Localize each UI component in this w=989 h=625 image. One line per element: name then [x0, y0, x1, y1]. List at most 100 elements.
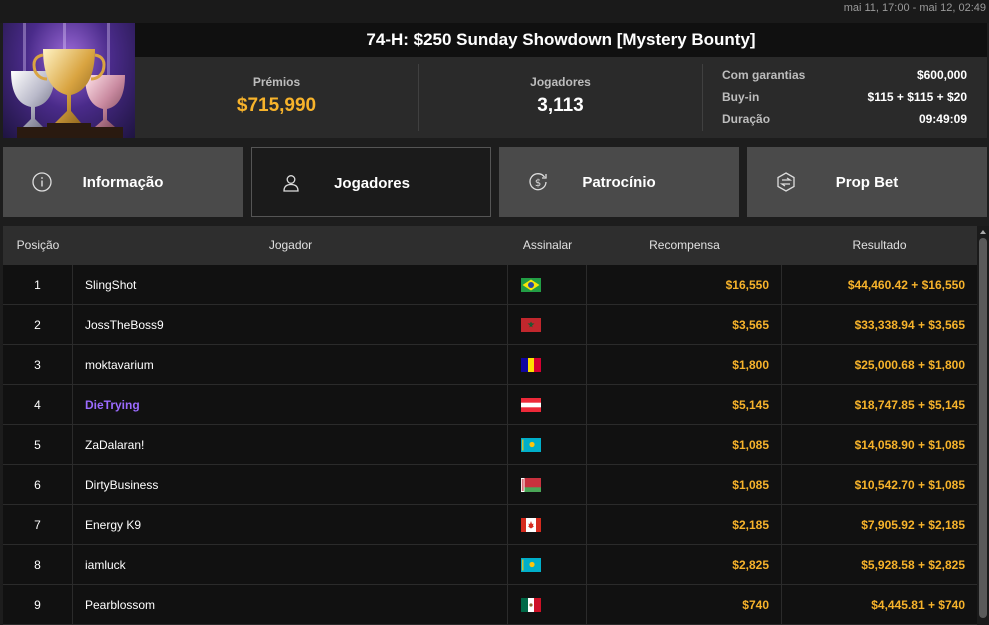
result-cell: $44,460.42 + $16,550 — [847, 278, 965, 292]
date-range: mai 11, 17:00 - mai 12, 02:49 — [843, 2, 986, 14]
austria-flag-icon — [521, 398, 541, 412]
prizes-stat: Prémios $715,990 — [135, 64, 419, 131]
result-cell: $18,747.85 + $5,145 — [854, 398, 965, 412]
player-name-highlighted[interactable]: DieTrying — [73, 385, 508, 425]
top-bar: mai 11, 17:00 - mai 12, 02:49 — [0, 0, 989, 23]
canada-flag-icon — [521, 518, 541, 532]
bounty-cell: $16,550 — [587, 265, 782, 305]
player-name[interactable]: SlingShot — [73, 265, 508, 305]
table-body: 1 SlingShot $16,550 $44,460.42 + $16,550… — [3, 265, 977, 625]
player-name[interactable]: Energy K9 — [73, 505, 508, 545]
trophies-icon — [11, 23, 125, 138]
result-cell: $10,542.70 + $1,085 — [854, 478, 965, 492]
tournament-thumbnail — [3, 23, 135, 138]
flag-cell — [508, 345, 587, 385]
bounty-cell: $5,145 — [587, 385, 782, 425]
player-name[interactable]: iamluck — [73, 545, 508, 585]
flag-cell — [508, 585, 587, 625]
position-cell: 9 — [3, 585, 73, 625]
scroll-thumb[interactable] — [979, 238, 987, 618]
flag-cell — [508, 425, 587, 465]
flag-cell — [508, 385, 587, 425]
position-cell: 2 — [3, 305, 73, 345]
andorra-flag-icon — [521, 358, 541, 372]
tab-label: Jogadores — [334, 175, 410, 192]
flag-cell — [508, 465, 587, 505]
bounty-cell: $1,800 — [587, 345, 782, 385]
table-row[interactable]: 5 ZaDalaran! $1,085 $14,058.90 + $1,085 — [3, 425, 977, 465]
detail-guarantee: Com garantias $600,000 — [722, 66, 967, 88]
player-name[interactable]: ZaDalaran! — [73, 425, 508, 465]
result-cell: $5,928.58 + $2,825 — [861, 558, 965, 572]
result-cell: $14,058.90 + $1,085 — [854, 438, 965, 452]
column-header-bounty[interactable]: Recompensa — [587, 226, 782, 265]
position-cell: 8 — [3, 545, 73, 585]
table-row[interactable]: 2 JossTheBoss9 $3,565 $33,338.94 + $3,56… — [3, 305, 977, 345]
players-value: 3,113 — [537, 95, 584, 116]
column-header-position[interactable]: Posição — [3, 226, 73, 265]
mexico-flag-icon — [521, 598, 541, 612]
tournament-details: Com garantias $600,000 Buy-in $115 + $11… — [722, 66, 967, 132]
kazakhstan-flag-icon — [521, 558, 541, 572]
result-cell: $7,905.92 + $2,185 — [861, 518, 965, 532]
result-cell: $33,338.94 + $3,565 — [854, 318, 965, 332]
morocco-flag-icon — [521, 318, 541, 332]
bounty-cell: $1,085 — [587, 465, 782, 505]
table-header: Posição Jogador Assinalar Recompensa Res… — [3, 226, 977, 265]
tab-information[interactable]: Informação — [3, 147, 243, 217]
kazakhstan-flag-icon — [521, 438, 541, 452]
players-table: Posição Jogador Assinalar Recompensa Res… — [3, 226, 977, 625]
players-label: Jogadores — [530, 75, 591, 89]
table-row[interactable]: 3 moktavarium $1,800 $25,000.68 + $1,800 — [3, 345, 977, 385]
tab-sponsorship[interactable]: $ Patrocínio — [499, 147, 739, 217]
table-row[interactable]: 1 SlingShot $16,550 $44,460.42 + $16,550 — [3, 265, 977, 305]
detail-buyin: Buy-in $115 + $115 + $20 — [722, 88, 967, 110]
tab-prop-bet[interactable]: Prop Bet — [747, 147, 987, 217]
table-row[interactable]: 8 iamluck $2,825 $5,928.58 + $2,825 — [3, 545, 977, 585]
players-stat: Jogadores 3,113 — [419, 64, 703, 131]
bounty-cell: $3,565 — [587, 305, 782, 345]
prizes-value: $715,990 — [236, 95, 317, 116]
position-cell: 4 — [3, 385, 73, 425]
tab-label: Patrocínio — [582, 174, 656, 191]
column-header-flag[interactable]: Assinalar — [508, 226, 587, 265]
flag-cell — [508, 505, 587, 545]
table-row[interactable]: 6 DirtyBusiness $1,085 $10,542.70 + $1,0… — [3, 465, 977, 505]
player-name[interactable]: moktavarium — [73, 345, 508, 385]
tab-players[interactable]: Jogadores — [251, 147, 491, 217]
result-cell: $25,000.68 + $1,800 — [854, 358, 965, 372]
position-cell: 3 — [3, 345, 73, 385]
table-row[interactable]: 4 DieTrying $5,145 $18,747.85 + $5,145 — [3, 385, 977, 425]
detail-duration: Duração 09:49:09 — [722, 110, 967, 132]
bounty-cell: $740 — [587, 585, 782, 625]
tab-label: Prop Bet — [835, 174, 899, 191]
table-scrollbar[interactable] — [977, 226, 989, 625]
column-header-result[interactable]: Resultado — [782, 226, 977, 265]
detail-value: $600,000 — [916, 68, 967, 82]
detail-value: $115 + $115 + $20 — [867, 90, 967, 104]
stats-panel: Prémios $715,990 Jogadores 3,113 Com gar… — [135, 57, 987, 138]
player-name[interactable]: Pearblossom — [73, 585, 508, 625]
flag-cell — [508, 305, 587, 345]
table-row[interactable]: 9 Pearblossom $740 $4,445.81 + $740 — [3, 585, 977, 625]
tab-label: Informação — [82, 174, 164, 191]
brazil-flag-icon — [521, 278, 541, 292]
detail-value: 09:49:09 — [918, 112, 967, 126]
flag-cell — [508, 545, 587, 585]
table-row[interactable]: 7 Energy K9 $2,185 $7,905.92 + $2,185 — [3, 505, 977, 545]
detail-label: Duração — [722, 112, 771, 126]
prizes-label: Prémios — [252, 75, 301, 89]
column-header-player[interactable]: Jogador — [73, 226, 508, 265]
title-bar: 74-H: $250 Sunday Showdown [Mystery Boun… — [135, 23, 987, 57]
scroll-up-arrow-icon[interactable] — [979, 228, 987, 236]
player-name[interactable]: JossTheBoss9 — [73, 305, 508, 345]
detail-label: Com garantias — [722, 68, 806, 82]
player-name[interactable]: DirtyBusiness — [73, 465, 508, 505]
tournament-title: 74-H: $250 Sunday Showdown [Mystery Boun… — [366, 30, 756, 49]
position-cell: 1 — [3, 265, 73, 305]
position-cell: 7 — [3, 505, 73, 545]
detail-label: Buy-in — [722, 90, 760, 104]
flag-cell — [508, 265, 587, 305]
bounty-cell: $1,085 — [587, 425, 782, 465]
result-cell: $4,445.81 + $740 — [871, 598, 965, 612]
